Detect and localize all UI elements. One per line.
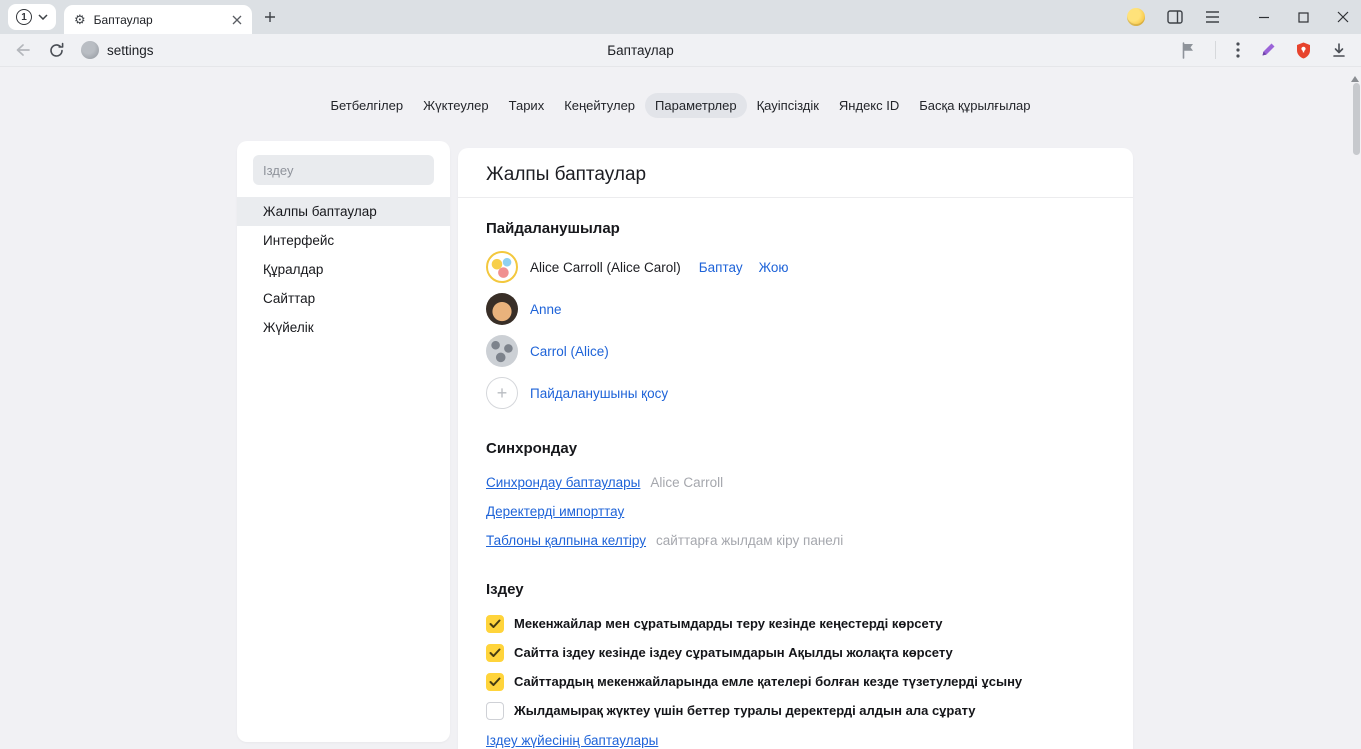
user-row-current: Alice Carroll (Alice Carol) Баптау Жою <box>486 246 1105 288</box>
nav-settings[interactable]: Параметрлер <box>645 93 747 118</box>
sync-row-tableau: Таблоны қалпына келтіру сайттарға жылдам… <box>486 526 1105 555</box>
address-toolbar: settings Баптаулар <box>0 34 1361 67</box>
side-panel-icon[interactable] <box>1167 10 1183 24</box>
tab-count: 1 <box>16 9 32 25</box>
option-row-site-search: Сайтта іздеу кезінде іздеу сұратымдарын … <box>486 638 1105 667</box>
sidebar-item-system[interactable]: Жүйелік <box>237 313 450 342</box>
sync-rows: Синхрондау баптаулары Alice Carroll Дере… <box>486 468 1105 555</box>
option-label-prefetch[interactable]: Жылдамырақ жүктеу үшін беттер туралы дер… <box>514 703 976 718</box>
tabbar-actions <box>1127 8 1353 26</box>
scrollbar-up-arrow[interactable] <box>1351 72 1359 82</box>
sync-settings-link[interactable]: Синхрондау баптаулары <box>486 475 640 490</box>
profile-avatar-icon[interactable] <box>1127 8 1145 26</box>
toolbar-actions <box>1181 41 1347 59</box>
option-row-prefetch: Жылдамырақ жүктеу үшін беттер туралы дер… <box>486 696 1105 725</box>
sync-row-settings: Синхрондау баптаулары Alice Carroll <box>486 468 1105 497</box>
minimize-button[interactable] <box>1258 11 1270 23</box>
user-row-anne: Anne <box>486 288 1105 330</box>
nav-bookmarks[interactable]: Бетбелгілер <box>320 93 413 118</box>
nav-yandex-id[interactable]: Яндекс ID <box>829 93 909 118</box>
users-heading: Пайдаланушылар <box>486 220 1105 238</box>
window-controls <box>1258 11 1353 23</box>
import-data-link[interactable]: Деректерді импорттау <box>486 504 624 519</box>
page-title: Жалпы баптаулар <box>486 164 1105 186</box>
option-label-suggestions[interactable]: Мекенжайлар мен сұратымдарды теру кезінд… <box>514 616 943 631</box>
search-options: Мекенжайлар мен сұратымдарды теру кезінд… <box>486 609 1105 725</box>
nav-other-devices[interactable]: Басқа құрылғылар <box>909 93 1040 118</box>
user-row-carrol: Carrol (Alice) <box>486 330 1105 372</box>
nav-history[interactable]: Тарих <box>499 93 555 118</box>
toolbar-divider <box>1215 41 1216 59</box>
current-user-actions: Баптау Жою <box>699 260 789 275</box>
option-label-site-search[interactable]: Сайтта іздеу кезінде іздеу сұратымдарын … <box>514 645 953 660</box>
pen-icon[interactable] <box>1260 42 1276 58</box>
downloads-icon[interactable] <box>1331 42 1347 58</box>
main-header: Жалпы баптаулар <box>458 148 1133 198</box>
add-user-link[interactable]: Пайдаланушыны қосу <box>530 386 668 401</box>
settings-page: Бетбелгілер Жүктеулер Тарих Кеңейтулер П… <box>0 67 1361 749</box>
user-link-carrol[interactable]: Carrol (Alice) <box>530 344 609 359</box>
user-row-add: + Пайдаланушыны қосу <box>486 372 1105 414</box>
close-button[interactable] <box>1337 11 1349 23</box>
active-tab[interactable]: ⚙ Баптаулар <box>64 5 252 34</box>
settings-top-nav: Бетбелгілер Жүктеулер Тарих Кеңейтулер П… <box>0 93 1361 118</box>
user-avatar-carrol[interactable] <box>486 335 518 367</box>
scrollbar-thumb[interactable] <box>1353 83 1360 155</box>
tab-title: Баптаулар <box>94 13 224 27</box>
add-user-icon[interactable]: + <box>486 377 518 409</box>
checkbox-typo-fix[interactable] <box>486 673 504 691</box>
sidebar-item-general[interactable]: Жалпы баптаулар <box>237 197 450 226</box>
sidebar-menu: Жалпы баптаулар Интерфейс Құралдар Сайтт… <box>237 197 450 342</box>
nav-downloads[interactable]: Жүктеулер <box>413 93 499 118</box>
main-body: Пайдаланушылар Alice Carroll (Alice Caro… <box>458 220 1133 749</box>
toolbar-page-title: Баптаулар <box>607 43 673 58</box>
users-section: Пайдаланушылар Alice Carroll (Alice Caro… <box>486 220 1105 414</box>
sync-row-import: Деректерді импорттау <box>486 497 1105 526</box>
search-section: Іздеу Мекенжайлар мен сұратымдарды теру … <box>486 581 1105 749</box>
restore-tableau-note: сайттарға жылдам кіру панелі <box>656 533 843 548</box>
search-heading: Іздеу <box>486 581 1105 599</box>
user-remove-link[interactable]: Жою <box>759 260 789 275</box>
checkbox-prefetch[interactable] <box>486 702 504 720</box>
option-row-typo-fix: Сайттардың мекенжайларында емле қателері… <box>486 667 1105 696</box>
restore-tableau-link[interactable]: Таблоны қалпына келтіру <box>486 533 646 548</box>
nav-extensions[interactable]: Кеңейтулер <box>554 93 645 118</box>
user-avatar-anne[interactable] <box>486 293 518 325</box>
tab-strip: 1 ⚙ Баптаулар <box>0 0 1361 34</box>
search-engine-settings-link[interactable]: Іздеу жүйесінің баптаулары <box>486 733 658 748</box>
reload-button[interactable] <box>48 42 65 59</box>
current-user-name: Alice Carroll (Alice Carol) <box>530 260 681 275</box>
sidebar-item-tools[interactable]: Құралдар <box>237 255 450 284</box>
user-avatar-alice[interactable] <box>486 251 518 283</box>
settings-sidebar: Жалпы баптаулар Интерфейс Құралдар Сайтт… <box>237 141 450 742</box>
back-button[interactable] <box>14 42 32 58</box>
maximize-button[interactable] <box>1298 12 1309 23</box>
more-options-icon[interactable] <box>1236 42 1240 58</box>
bookmark-flag-icon[interactable] <box>1181 42 1195 59</box>
settings-main: Жалпы баптаулар Пайдаланушылар Alice Car… <box>458 148 1133 749</box>
tab-close-icon[interactable] <box>232 15 242 25</box>
new-tab-button[interactable] <box>264 11 276 23</box>
nav-security[interactable]: Қауіпсіздік <box>747 93 829 118</box>
sync-heading: Синхрондау <box>486 440 1105 458</box>
sidebar-search-input[interactable] <box>253 155 434 185</box>
checkbox-site-search[interactable] <box>486 644 504 662</box>
sync-settings-note: Alice Carroll <box>650 475 723 490</box>
menu-icon[interactable] <box>1205 11 1220 23</box>
user-configure-link[interactable]: Баптау <box>699 260 743 275</box>
shield-icon[interactable] <box>1296 42 1311 59</box>
option-row-suggestions: Мекенжайлар мен сұратымдарды теру кезінд… <box>486 609 1105 638</box>
checkbox-suggestions[interactable] <box>486 615 504 633</box>
url-text[interactable]: settings <box>107 43 154 58</box>
tab-counter-button[interactable]: 1 <box>8 4 56 30</box>
gear-icon: ⚙ <box>74 13 86 26</box>
user-link-anne[interactable]: Anne <box>530 302 562 317</box>
site-favicon[interactable] <box>81 41 99 59</box>
sidebar-item-interface[interactable]: Интерфейс <box>237 226 450 255</box>
chevron-down-icon <box>38 14 48 20</box>
option-label-typo-fix[interactable]: Сайттардың мекенжайларында емле қателері… <box>514 674 1022 689</box>
sync-section: Синхрондау Синхрондау баптаулары Alice C… <box>486 440 1105 555</box>
sidebar-item-sites[interactable]: Сайттар <box>237 284 450 313</box>
